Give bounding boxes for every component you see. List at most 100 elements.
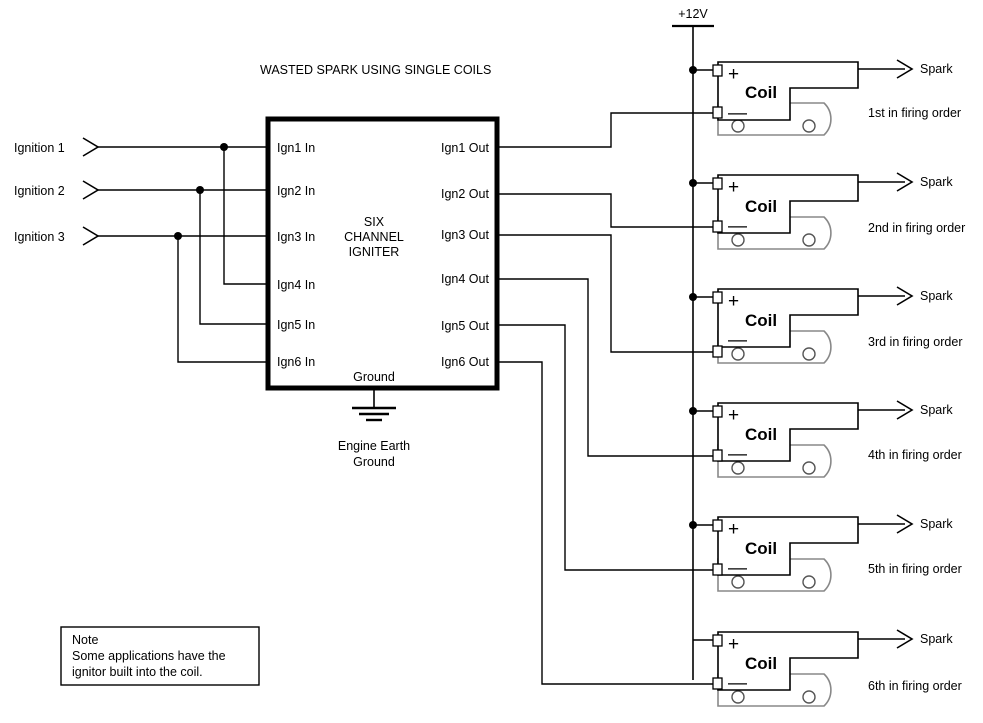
coil-1[interactable]: + — Coil Spark 1st in firing order (689, 59, 961, 136)
coil-3-minus-symbol: — (728, 330, 747, 351)
coil-4-firing-order-label: 4th in firing order (868, 448, 962, 462)
coil-4-plus-terminal (712, 405, 723, 418)
igniter-pin-ign6-out: Ign6 Out (441, 355, 489, 369)
junction-dot-coil1-power (689, 66, 697, 74)
junction-dot-coil3-power (689, 293, 697, 301)
diagram-title: WASTED SPARK USING SINGLE COILS (260, 63, 491, 77)
coil-2-firing-order-label: 2nd in firing order (868, 221, 965, 235)
ignition-input-2-label: Ignition 2 (14, 184, 65, 198)
coil-6[interactable]: + — Coil Spark 6th in firing order (693, 629, 962, 707)
coil-4-spark-label: Spark (920, 403, 953, 417)
coil-2-minus-terminal (712, 220, 723, 233)
note-line-2: Some applications have the (72, 649, 226, 663)
igniter-pin-ign4-in: Ign4 In (277, 278, 315, 292)
igniter-pin-ign6-in: Ign6 In (277, 355, 315, 369)
coil-6-minus-symbol: — (728, 673, 747, 694)
coil-1-plus-terminal (712, 64, 723, 77)
note-title: Note (72, 633, 98, 647)
wire-ign2out-to-coil2-minus (497, 193, 722, 228)
ignition-input-1[interactable]: Ignition 1 (14, 137, 268, 157)
junction-dot-coil2-power (689, 179, 697, 187)
diagram-svg: WASTED SPARK USING SINGLE COILS Ignition… (14, 7, 965, 707)
coil-1-minus-terminal (712, 106, 723, 119)
coil-4-label: Coil (745, 425, 777, 444)
ignition-input-1-label: Ignition 1 (14, 141, 65, 155)
coil-3-minus-terminal (712, 345, 723, 358)
power-rail-label: +12V (678, 7, 708, 21)
coil-4-minus-symbol: — (728, 444, 747, 465)
igniter-pin-ign2-in: Ign2 In (277, 184, 315, 198)
igniter-pin-ign5-in: Ign5 In (277, 318, 315, 332)
wire-ign1out-to-coil1-minus (497, 112, 722, 148)
ignition-input-3-label: Ignition 3 (14, 230, 65, 244)
ground-caption-line2: Ground (353, 455, 395, 469)
coil-3-label: Coil (745, 311, 777, 330)
coil-3-firing-order-label: 3rd in firing order (868, 335, 963, 349)
coil-3[interactable]: + — Coil Spark 3rd in firing order (689, 286, 963, 364)
input-chevron-icon (82, 180, 100, 200)
coil-6-spark-label: Spark (920, 632, 953, 646)
igniter-pin-ign2-out: Ign2 Out (441, 187, 489, 201)
wiring-diagram-canvas: WASTED SPARK USING SINGLE COILS Ignition… (0, 0, 983, 723)
coil-2-spark-label: Spark (920, 175, 953, 189)
coil-2-mount-hole-right (802, 233, 816, 247)
coil-3-plus-terminal (712, 291, 723, 304)
coil-4-mount-hole-right (802, 461, 816, 475)
coil-5-minus-terminal (712, 563, 723, 576)
input-chevron-icon (82, 137, 100, 157)
coil-2-minus-symbol: — (728, 216, 747, 237)
input-chevron-icon (82, 226, 100, 246)
junction-dot-ignition1 (220, 143, 228, 151)
wire-ign6out-to-coil6-minus (497, 361, 722, 685)
note-box: Note Some applications have the ignitor … (60, 626, 260, 686)
coil-5-minus-symbol: — (728, 558, 747, 579)
igniter-pin-ign4-out: Ign4 Out (441, 272, 489, 286)
igniter-name-line2: CHANNEL (344, 230, 404, 244)
junction-dot-ignition2 (196, 186, 204, 194)
coil-2-plus-terminal (712, 177, 723, 190)
wire-ign3out-to-coil3-minus (497, 234, 722, 353)
coil-3-mount-hole-right (802, 347, 816, 361)
ignition-input-2[interactable]: Ignition 2 (14, 180, 268, 200)
coil-3-plus-symbol: + (728, 291, 739, 312)
coil-6-firing-order-label: 6th in firing order (868, 679, 962, 693)
coil-5-mount-hole-right (802, 575, 816, 589)
igniter-pin-ground: Ground (353, 370, 395, 384)
coil-3-spark-label: Spark (920, 289, 953, 303)
igniter-pin-ign1-out: Ign1 Out (441, 141, 489, 155)
coil-2[interactable]: + — Coil Spark 2nd in firing order (689, 172, 965, 250)
ignition-input-3[interactable]: Ignition 3 (14, 226, 268, 246)
coil-6-minus-terminal (712, 677, 723, 690)
coil-6-label: Coil (745, 654, 777, 673)
note-line-3: ignitor built into the coil. (72, 665, 203, 679)
igniter-name-line1: SIX (364, 215, 385, 229)
igniter-name-line3: IGNITER (349, 245, 400, 259)
junction-dot-coil4-power (689, 407, 697, 415)
igniter-pin-ign3-in: Ign3 In (277, 230, 315, 244)
coil-1-label: Coil (745, 83, 777, 102)
coil-1-spark-label: Spark (920, 62, 953, 76)
coil-2-plus-symbol: + (728, 177, 739, 198)
coil-1-plus-symbol: + (728, 64, 739, 85)
coil-4[interactable]: + — Coil Spark 4th in firing order (689, 400, 962, 478)
junction-dot-ignition3 (174, 232, 182, 240)
wire-ignition1-branch-to-ign4in (223, 147, 268, 285)
wire-ignition3-branch-to-ign6in (177, 236, 268, 363)
igniter-pin-ign5-out: Ign5 Out (441, 319, 489, 333)
coil-1-firing-order-label: 1st in firing order (868, 106, 961, 120)
wire-ignition2-branch-to-ign5in (199, 190, 268, 325)
junction-dot-coil5-power (689, 521, 697, 529)
coil-6-plus-terminal (712, 634, 723, 647)
coil-4-plus-symbol: + (728, 405, 739, 426)
coil-5[interactable]: + — Coil Spark 5th in firing order (689, 514, 962, 592)
coil-5-spark-label: Spark (920, 517, 953, 531)
igniter-pin-ign1-in: Ign1 In (277, 141, 315, 155)
coil-5-label: Coil (745, 539, 777, 558)
igniter-pin-ign3-out: Ign3 Out (441, 228, 489, 242)
coil-4-minus-terminal (712, 449, 723, 462)
coil-2-label: Coil (745, 197, 777, 216)
coil-5-plus-symbol: + (728, 519, 739, 540)
wire-ign4out-to-coil4-minus (497, 278, 722, 457)
coil-6-mount-hole-right (802, 690, 816, 704)
ground-caption-line1: Engine Earth (338, 439, 410, 453)
